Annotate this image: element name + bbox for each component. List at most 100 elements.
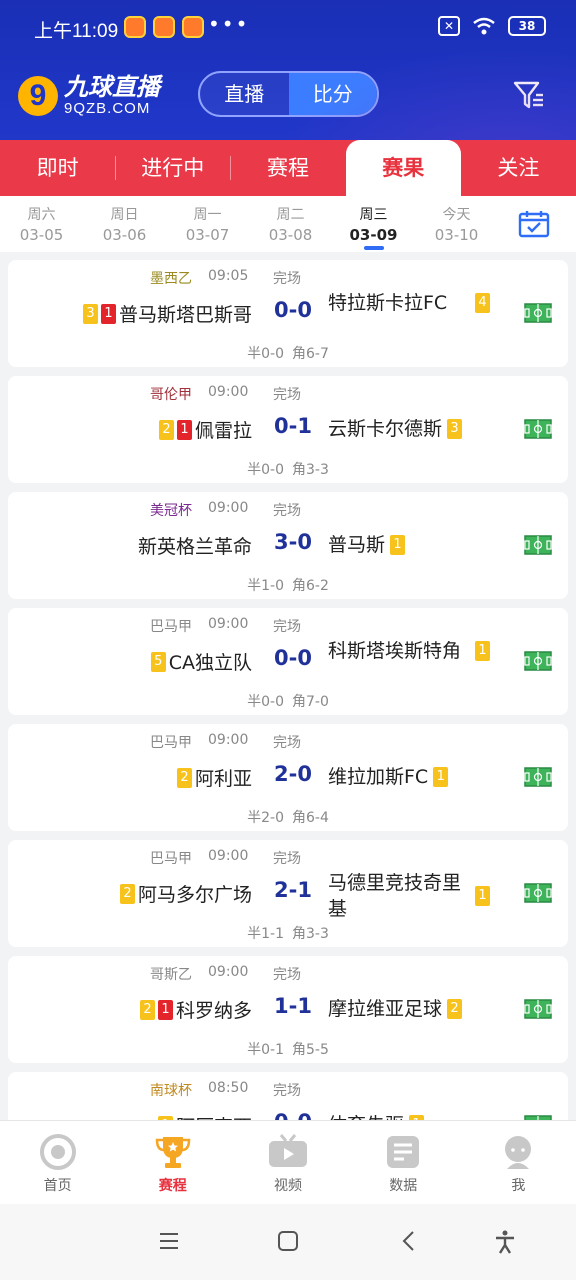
date-item[interactable]: 周日 03-06 [83, 196, 166, 252]
calendar-icon[interactable] [518, 210, 550, 238]
home-team: 2 1 佩雷拉 [158, 416, 252, 443]
half-score: 半1-1 [247, 926, 284, 942]
taobao-notification-icon [182, 16, 204, 38]
nav-data[interactable]: 数据 [346, 1121, 461, 1204]
match-stats: 半0-1 角5-5 [8, 1039, 568, 1059]
home-team: 新英格兰革命 [138, 532, 252, 559]
away-team-name: 科斯塔埃斯特角 [328, 640, 462, 662]
match-score: 2-1 [274, 878, 312, 902]
match-card[interactable]: 巴马甲 09:00 完场 2 阿马多尔广场 2-1 马德里竞技奇里基 1 半1-1 角3-3 [8, 840, 568, 947]
nav-video[interactable]: 视频 [230, 1121, 345, 1204]
match-card[interactable]: 墨西乙 09:05 完场 3 1 普马斯塔巴斯哥 0-0 特拉斯卡拉FC 4 半0-0 角6-7 [8, 260, 568, 367]
home-team-name: 阿利亚 [194, 768, 252, 790]
match-stats: 半1-0 角6-2 [8, 575, 568, 595]
filter-icon[interactable] [512, 78, 546, 112]
yellow-card-count: 4 [475, 293, 490, 313]
tab-following[interactable]: 关注 [461, 140, 576, 196]
home-team: 3 1 普马斯塔巴斯哥 [82, 300, 252, 327]
field-view-icon[interactable] [524, 999, 552, 1019]
match-stats: 半2-0 角6-4 [8, 807, 568, 827]
nav-schedule[interactable]: 赛程 [115, 1121, 230, 1204]
match-card[interactable]: 南球杯 08:50 完场 1阿历克西0-0体育先驱1 [8, 1072, 568, 1120]
home-team-name: 新英格兰革命 [137, 536, 252, 558]
tab-schedule[interactable]: 赛程 [230, 140, 345, 196]
video-icon [269, 1134, 307, 1167]
match-card[interactable]: 美冠杯 09:00 完场 新英格兰革命 3-0 普马斯 1 半1-0 角6-2 [8, 492, 568, 599]
tab-instant[interactable]: 即时 [0, 140, 115, 196]
league-name: 巴马甲 [150, 851, 192, 867]
league-name: 巴马甲 [150, 735, 192, 751]
segment-score[interactable]: 比分 [288, 73, 377, 115]
status-bar: 上午11:09 ••• ✕ 38 [0, 0, 576, 56]
corner-count: 角3-3 [292, 462, 329, 478]
half-score: 半0-0 [247, 694, 284, 710]
match-card[interactable]: 哥伦甲 09:00 完场 2 1 佩雷拉 0-1 云斯卡尔德斯 3 半0-0 角3-3 [8, 376, 568, 483]
match-time: 09:00 [208, 732, 249, 748]
yellow-card-count: 2 [158, 419, 174, 440]
segment-live[interactable]: 直播 [200, 73, 289, 115]
mode-switch: 直播 比分 [198, 71, 379, 117]
match-card[interactable]: 巴马甲 09:00 完场 5 CA独立队 0-0 科斯塔埃斯特角 1 半0-0 角7-0 [8, 608, 568, 715]
match-score: 1-1 [274, 994, 312, 1018]
nav-profile[interactable]: 我 [461, 1121, 576, 1204]
away-team: 维拉加斯FC 1 [328, 764, 508, 790]
logo-badge: 9 [18, 75, 58, 116]
match-status: 完场 [273, 967, 301, 983]
home-team-name: CA独立队 [168, 652, 252, 674]
home-icon [39, 1134, 76, 1170]
home-team-name: 科罗纳多 [175, 1000, 252, 1022]
accessibility-icon[interactable] [494, 1230, 516, 1254]
league-name: 美冠杯 [150, 503, 192, 519]
match-status: 完场 [273, 619, 301, 635]
field-view-icon[interactable] [524, 535, 552, 555]
yellow-card-count: 1 [475, 641, 490, 661]
date-item-selected[interactable]: 周三 03-09 [332, 196, 415, 252]
match-card[interactable]: 哥斯乙 09:00 完场 2 1 科罗纳多 1-1 摩拉维亚足球 2 半0-1 角5-5 [8, 956, 568, 1063]
field-view-icon[interactable] [524, 883, 552, 903]
date-item[interactable]: 周六 03-05 [0, 196, 83, 252]
status-time: 上午11:09 [34, 21, 119, 42]
corner-count: 角6-2 [292, 578, 329, 594]
league-name: 南球杯 [150, 1083, 192, 1099]
nav-home[interactable]: 首页 [0, 1121, 115, 1204]
half-score: 半2-0 [247, 810, 284, 826]
wifi-icon [473, 17, 495, 35]
match-card[interactable]: 巴马甲 09:00 完场 2 阿利亚 2-0 维拉加斯FC 1 半2-0 角6-4 [8, 724, 568, 831]
field-view-icon[interactable] [524, 419, 552, 439]
away-team: 云斯卡尔德斯 3 [328, 416, 508, 442]
date-item[interactable]: 周一 03-07 [166, 196, 249, 252]
home-team-name: 佩雷拉 [194, 420, 252, 442]
field-view-icon[interactable] [524, 303, 552, 323]
match-score: 3-0 [274, 530, 312, 554]
menu-icon[interactable] [158, 1230, 180, 1252]
field-view-icon[interactable] [524, 767, 552, 787]
yellow-card-count: 3 [447, 419, 463, 439]
league-name: 巴马甲 [150, 619, 192, 635]
home-button-icon[interactable] [277, 1230, 299, 1252]
yellow-card-count: 1 [475, 886, 490, 906]
home-team: 1阿历克西 [157, 1112, 252, 1120]
tab-in-progress[interactable]: 进行中 [115, 140, 230, 196]
corner-count: 角6-7 [292, 346, 329, 362]
tab-results[interactable]: 赛果 [345, 140, 461, 196]
league-name: 哥斯乙 [150, 967, 192, 983]
selected-indicator [363, 246, 384, 250]
match-status: 完场 [273, 735, 301, 751]
match-status: 完场 [273, 851, 301, 867]
away-team-name: 维拉加斯FC [328, 766, 429, 788]
app-logo: 9 九球直播 9QZB.COM [18, 74, 160, 117]
match-score: 0-0 [274, 298, 312, 322]
yellow-card-count: 2 [447, 999, 463, 1019]
date-item[interactable]: 周二 03-08 [249, 196, 332, 252]
home-team-name: 阿历克西 [176, 1112, 252, 1120]
date-item-today[interactable]: 今天 03-10 [415, 196, 498, 252]
data-icon [387, 1136, 420, 1168]
back-icon[interactable] [398, 1230, 420, 1252]
yellow-card-count: 1 [433, 767, 449, 787]
match-time: 09:00 [208, 500, 249, 516]
match-stats: 半1-1 角3-3 [8, 923, 568, 943]
corner-count: 角6-4 [292, 810, 329, 826]
match-score: 2-0 [274, 762, 312, 786]
red-card-count: 1 [157, 999, 173, 1020]
field-view-icon[interactable] [524, 651, 552, 671]
